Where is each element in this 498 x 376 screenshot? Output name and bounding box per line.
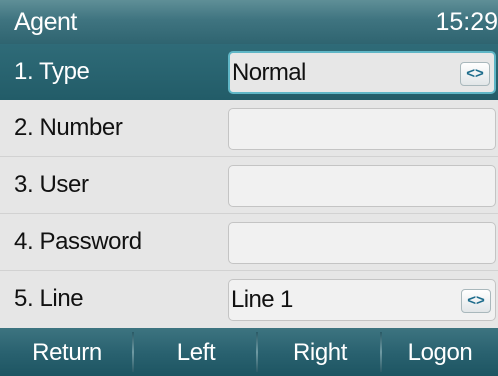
row-password[interactable]: 4. Password xyxy=(0,214,498,270)
row-user[interactable]: 3. User xyxy=(0,157,498,213)
user-input[interactable] xyxy=(228,165,496,207)
right-softkey[interactable]: Right xyxy=(258,328,382,376)
logon-softkey[interactable]: Logon xyxy=(382,328,498,376)
left-right-arrows-icon[interactable]: <> xyxy=(461,289,491,313)
right-label: Right xyxy=(292,339,348,366)
row-line[interactable]: 5. Line Line 1 <> xyxy=(0,271,498,327)
password-input[interactable] xyxy=(228,222,496,264)
password-label: 4. Password xyxy=(14,228,142,255)
row-type[interactable]: 1. Type Normal <> xyxy=(0,44,498,100)
settings-list: 1. Type Normal <> 2. Number 3. User 4. P… xyxy=(0,44,498,328)
left-softkey[interactable]: Left xyxy=(134,328,258,376)
line-label: 5. Line xyxy=(14,285,84,312)
return-softkey[interactable]: Return xyxy=(0,328,134,376)
logon-label: Logon xyxy=(407,339,473,366)
clock: 15:29 xyxy=(435,8,498,36)
page-title: Agent xyxy=(14,8,77,36)
number-label: 2. Number xyxy=(14,114,123,141)
row-number[interactable]: 2. Number xyxy=(0,100,498,156)
phone-screen: Agent 15:29 1. Type Normal <> 2. Number … xyxy=(0,0,498,376)
type-select[interactable]: Normal <> xyxy=(228,51,496,94)
type-value: Normal xyxy=(232,59,306,86)
return-label: Return xyxy=(32,339,102,366)
line-value: Line 1 xyxy=(231,286,293,313)
type-label: 1. Type xyxy=(14,58,90,85)
user-label: 3. User xyxy=(14,171,89,198)
title-bar: Agent 15:29 xyxy=(0,0,498,44)
left-right-arrows-icon[interactable]: <> xyxy=(460,62,490,86)
number-input[interactable] xyxy=(228,108,496,150)
softkey-bar: Return Left Right Logon xyxy=(0,328,498,376)
line-select[interactable]: Line 1 <> xyxy=(228,279,496,321)
left-label: Left xyxy=(176,339,216,366)
